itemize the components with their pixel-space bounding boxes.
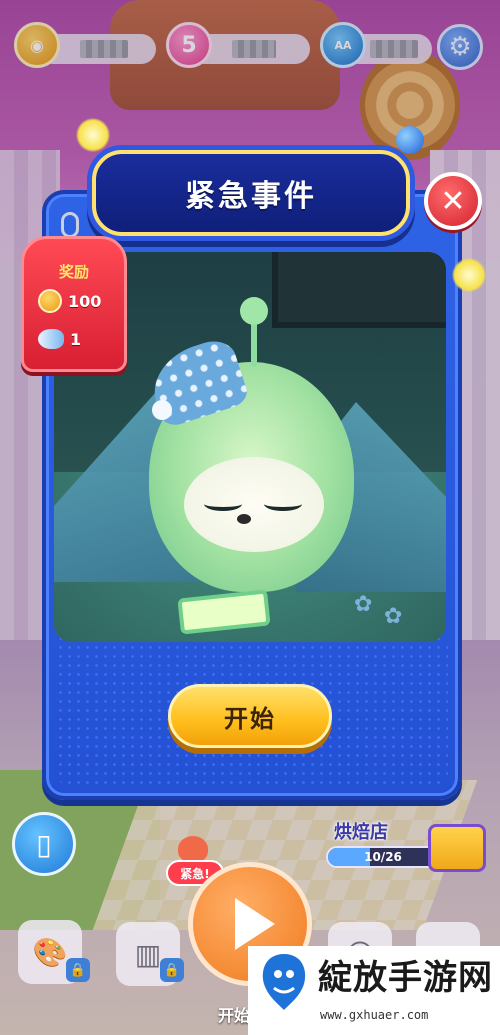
reward-title: 奖励 [58, 263, 89, 281]
flower-pattern-icon: ✿ [354, 592, 373, 617]
play-caption: 开始 [218, 1006, 251, 1025]
watermark-logo [262, 954, 306, 1010]
closed-eye-left [204, 497, 242, 511]
bakery-name: 烘焙店 [334, 822, 388, 843]
bakery-progress-count: 10/26 [364, 850, 402, 864]
fish-icon [38, 329, 64, 349]
blue-bead-decoration [396, 126, 424, 154]
watermark-url: www.gxhuaer.com [320, 1008, 429, 1022]
window-decoration [272, 252, 446, 328]
close-icon: ✕ [440, 183, 466, 219]
lock-icon: 🔒 [66, 958, 90, 982]
snoring-mouth [237, 514, 251, 524]
tag-ring [61, 212, 79, 238]
lock-icon: 🔒 [160, 958, 184, 982]
bakery-progress-card[interactable]: 烘焙店 10/26 [320, 818, 490, 882]
coin-icon [38, 289, 62, 313]
play-icon [235, 898, 275, 950]
closed-eye-right [264, 497, 302, 511]
reward-fish-amount: 1 [70, 329, 82, 349]
antenna-ball [240, 297, 268, 325]
bakery-progress-bar: 10/26 [326, 846, 440, 868]
watermark-title: 綻放手游网 [318, 958, 493, 998]
modal-title: 紧急事件 [185, 179, 317, 214]
sparkle-orb-icon [452, 258, 486, 292]
nightcap-pompom [152, 400, 172, 420]
reward-coins-row: 100 [38, 289, 101, 313]
sparkle-orb-icon [76, 118, 110, 152]
start-button-label: 开始 [224, 704, 276, 733]
reward-coins-amount: 100 [68, 291, 102, 311]
reward-fish-row: 1 [38, 329, 81, 349]
phone-icon[interactable]: ▯ [12, 812, 76, 876]
urgent-character-icon [178, 836, 208, 862]
flower-pattern-icon: ✿ [384, 604, 403, 629]
start-button[interactable]: 开始 [168, 684, 332, 748]
gift-box-icon [428, 824, 486, 872]
close-button[interactable]: ✕ [424, 172, 482, 230]
modal-title-plate: 紧急事件 [92, 150, 410, 236]
reward-tag: 奖励 100 1 [21, 236, 127, 372]
